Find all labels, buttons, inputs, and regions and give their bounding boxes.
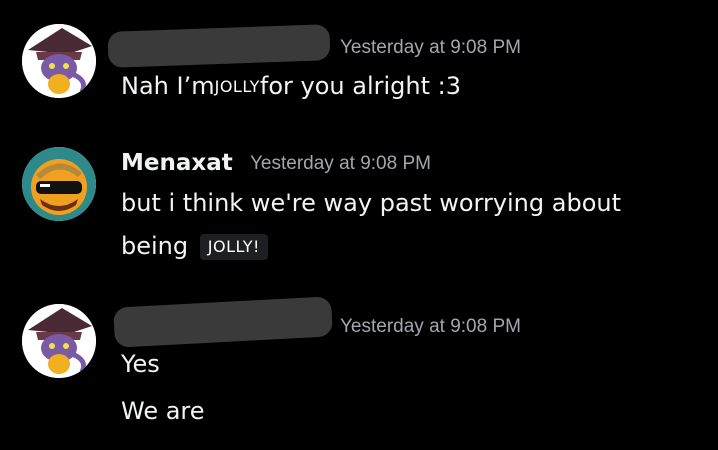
message-timestamp: Yesterday at 9:08 PM	[250, 153, 431, 174]
username[interactable]: Menaxat	[121, 150, 233, 176]
message-line: We are	[121, 397, 205, 425]
message-group: Yesterday at 9:08 PM Nah I’mJOLLYfor you…	[0, 0, 718, 130]
message-text: being	[121, 232, 196, 260]
message-timestamp: Yesterday at 9:08 PM	[340, 316, 521, 337]
cat-witch-avatar-icon[interactable]	[22, 24, 96, 98]
cat-witch-avatar-icon[interactable]	[22, 304, 96, 378]
message-group: Menaxat Yesterday at 9:08 PM but i think…	[0, 130, 718, 280]
message-text: for you alright :3	[259, 72, 461, 100]
redacted-username	[113, 296, 333, 348]
message-line: Yes	[121, 350, 160, 378]
message-line: but i think we're way past worrying abou…	[121, 189, 622, 217]
orange-sunglasses-avatar-icon[interactable]	[22, 147, 96, 221]
jolly-emoji-icon[interactable]: JOLLY	[215, 77, 260, 96]
redacted-username	[107, 24, 331, 68]
message-line: Nah I’mJOLLYfor you alright :3	[121, 72, 461, 100]
message-text: Nah I’m	[121, 72, 215, 100]
message-group: Yesterday at 9:08 PM Yes We are	[0, 280, 718, 450]
jolly-emoji-icon[interactable]: JOLLY!	[199, 234, 268, 260]
message-line: being JOLLY!	[121, 232, 268, 260]
message-timestamp: Yesterday at 9:08 PM	[340, 37, 521, 58]
